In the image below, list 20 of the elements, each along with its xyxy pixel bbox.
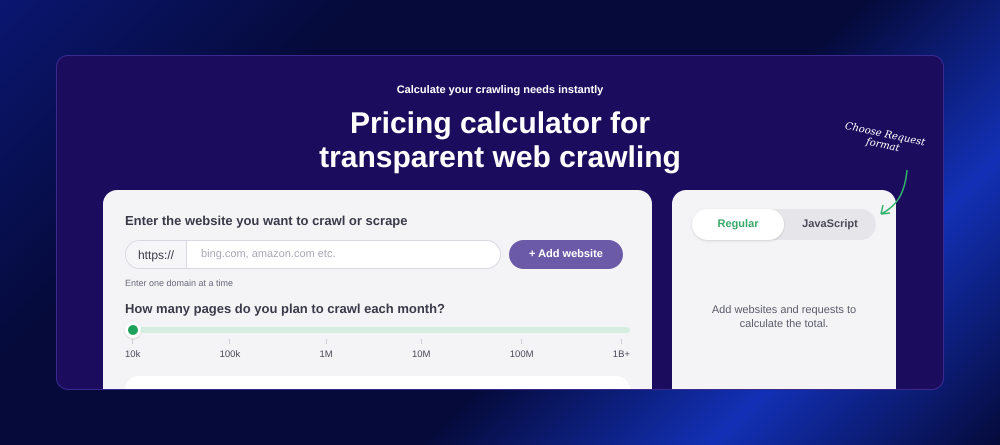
url-field[interactable]: https:// bing.com, amazon.com etc.: [125, 240, 501, 269]
tick-label: 1B+: [612, 348, 630, 362]
empty-message: Add websites and requests to calculate the total.: [710, 302, 858, 330]
protocol-prefix: https://: [126, 241, 188, 268]
website-field[interactable]: bing.com, amazon.com etc.: [187, 241, 500, 268]
tick-label: 100M: [510, 348, 534, 362]
tick-label: 10M: [412, 348, 430, 362]
hint-text: Enter one domain at a time: [125, 277, 234, 290]
pages-label: How many pages do you plan to crawl each month?: [125, 300, 446, 318]
page-title: Pricing calculator for transparent web crawling: [319, 106, 681, 174]
add-website-button[interactable]: + Add website: [509, 240, 623, 269]
tick-label: 1M: [320, 348, 333, 362]
annotation-text: Choose Request format: [842, 120, 926, 156]
tick-label: 10k: [125, 348, 140, 362]
pages-slider[interactable]: [125, 322, 630, 336]
slider-thumb[interactable]: [125, 322, 141, 338]
eyebrow-text: Calculate your crawling needs instantly: [396, 83, 604, 98]
website-label: Enter the website you want to crawl or scrape: [125, 212, 408, 230]
format-tab[interactable]: JavaScript: [784, 208, 876, 240]
tick-label: 100k: [220, 348, 240, 362]
